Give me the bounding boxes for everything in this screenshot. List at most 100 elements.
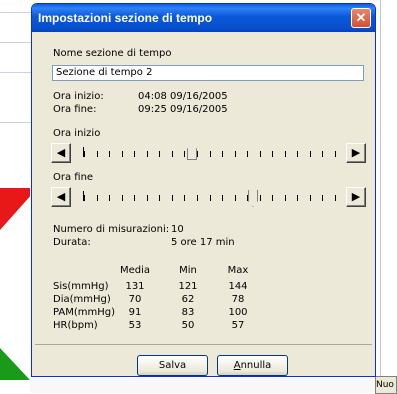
slider-tick [285, 151, 286, 157]
stats-row-label: Sis(mmHg) [53, 281, 109, 292]
start-slider-label: Ora inizio [53, 128, 101, 139]
duration-label: Durata: [53, 237, 91, 248]
background-gridline [0, 72, 32, 73]
slider-tick [122, 151, 123, 157]
start-slider-right-arrow-icon[interactable]: ▶ [346, 143, 366, 163]
start-slider-track-area[interactable] [83, 143, 336, 163]
end-slider-track-area[interactable] [83, 187, 336, 207]
slider-tick [184, 195, 185, 201]
slider-tick [247, 151, 248, 157]
slider-tick [109, 195, 110, 201]
slider-tick [335, 195, 336, 201]
save-button[interactable]: Salva [137, 355, 208, 376]
separator [35, 344, 372, 345]
slider-tick [297, 151, 298, 157]
slider-tick [222, 195, 223, 201]
dialog-titlebar[interactable]: Impostazioni sezione di tempo ✕ [32, 4, 375, 32]
measurement-count-value: 10 [171, 224, 184, 235]
cancel-button-label: nnulla [240, 360, 272, 371]
duration-value: 5 ore 17 min [171, 237, 235, 248]
slider-tick [210, 195, 211, 201]
slider-tick [147, 151, 148, 157]
end-slider-label: Ora fine [53, 172, 94, 183]
slider-tick [134, 195, 135, 201]
slider-tick [297, 195, 298, 201]
stats-cell: 70 [128, 294, 142, 305]
slider-tick [122, 195, 123, 201]
slider-tick [84, 151, 85, 157]
dialog-content: Nome sezione di tempo Sezione di tempo 2… [35, 32, 372, 376]
slider-tick [197, 195, 198, 201]
stats-cell: 78 [231, 294, 245, 305]
slider-tick [235, 195, 236, 201]
background-gridline [0, 42, 32, 43]
start-slider-left-arrow-icon[interactable]: ◀ [51, 143, 71, 163]
close-icon[interactable]: ✕ [351, 8, 371, 28]
stats-row-label: Dia(mmHg) [53, 294, 111, 305]
cancel-button[interactable]: Annulla [217, 355, 288, 376]
measurement-count-label: Numero di misurazioni: [53, 224, 170, 235]
background-new-button[interactable]: Nuo [375, 376, 397, 394]
stats-cell: 62 [181, 294, 195, 305]
slider-tick [210, 151, 211, 157]
stats-cell: 53 [128, 320, 142, 331]
slider-tick [322, 195, 323, 201]
slider-tick [172, 151, 173, 157]
slider-tick [322, 151, 323, 157]
end-slider-ticks [83, 191, 336, 201]
slider-tick [159, 195, 160, 201]
slider-tick [310, 151, 311, 157]
slider-tick [97, 151, 98, 157]
end-slider-left-arrow-icon[interactable]: ◀ [51, 187, 71, 207]
end-slider-thumb[interactable] [248, 190, 258, 207]
background-right-panel [380, 0, 397, 393]
stats-cell: 144 [228, 281, 248, 292]
slider-tick [247, 195, 248, 201]
end-time-value: 09:25 09/16/2005 [138, 104, 228, 115]
end-slider-right-arrow-icon[interactable]: ▶ [346, 187, 366, 207]
stats-header-min: Min [179, 265, 197, 276]
stats-cell: 83 [181, 307, 195, 318]
stats-cell: 91 [128, 307, 142, 318]
slider-tick [310, 195, 311, 201]
slider-tick [197, 151, 198, 157]
background-gridline [0, 12, 32, 13]
slider-tick [260, 195, 261, 201]
end-time-label: Ora fine: [53, 104, 97, 115]
slider-tick [260, 151, 261, 157]
dialog-title: Impostazioni sezione di tempo [38, 11, 213, 25]
slider-tick [84, 195, 85, 201]
slider-tick [272, 151, 273, 157]
slider-tick [335, 151, 336, 157]
slider-tick [147, 195, 148, 201]
start-slider-ticks [83, 147, 336, 157]
stats-row-label: HR(bpm) [53, 320, 98, 331]
start-time-slider[interactable]: ◀ ▶ [51, 143, 366, 163]
section-name-input[interactable]: Sezione di tempo 2 [52, 65, 364, 81]
start-slider-thumb[interactable] [187, 143, 197, 160]
slider-tick [159, 151, 160, 157]
slider-tick [134, 151, 135, 157]
slider-tick [235, 151, 236, 157]
slider-tick [285, 195, 286, 201]
cancel-accelerator-letter: A [233, 360, 241, 371]
background-gridline [0, 122, 32, 123]
stats-header-max: Max [227, 265, 249, 276]
stats-cell: 57 [231, 320, 245, 331]
stats-cell: 50 [181, 320, 195, 331]
slider-tick [109, 151, 110, 157]
slider-tick [272, 195, 273, 201]
stats-header-mean: Media [119, 265, 151, 276]
end-time-slider[interactable]: ◀ ▶ [51, 187, 366, 207]
slider-tick [172, 195, 173, 201]
slider-tick [222, 151, 223, 157]
start-time-label: Ora inizio: [53, 91, 104, 102]
slider-tick [97, 195, 98, 201]
stats-cell: 100 [228, 307, 248, 318]
slider-tick [184, 151, 185, 157]
section-name-label: Nome sezione di tempo [53, 48, 172, 59]
stats-cell: 131 [125, 281, 145, 292]
time-section-settings-dialog: Impostazioni sezione di tempo ✕ Nome sez… [31, 3, 376, 377]
stats-cell: 121 [178, 281, 198, 292]
start-time-value: 04:08 09/16/2005 [138, 91, 228, 102]
